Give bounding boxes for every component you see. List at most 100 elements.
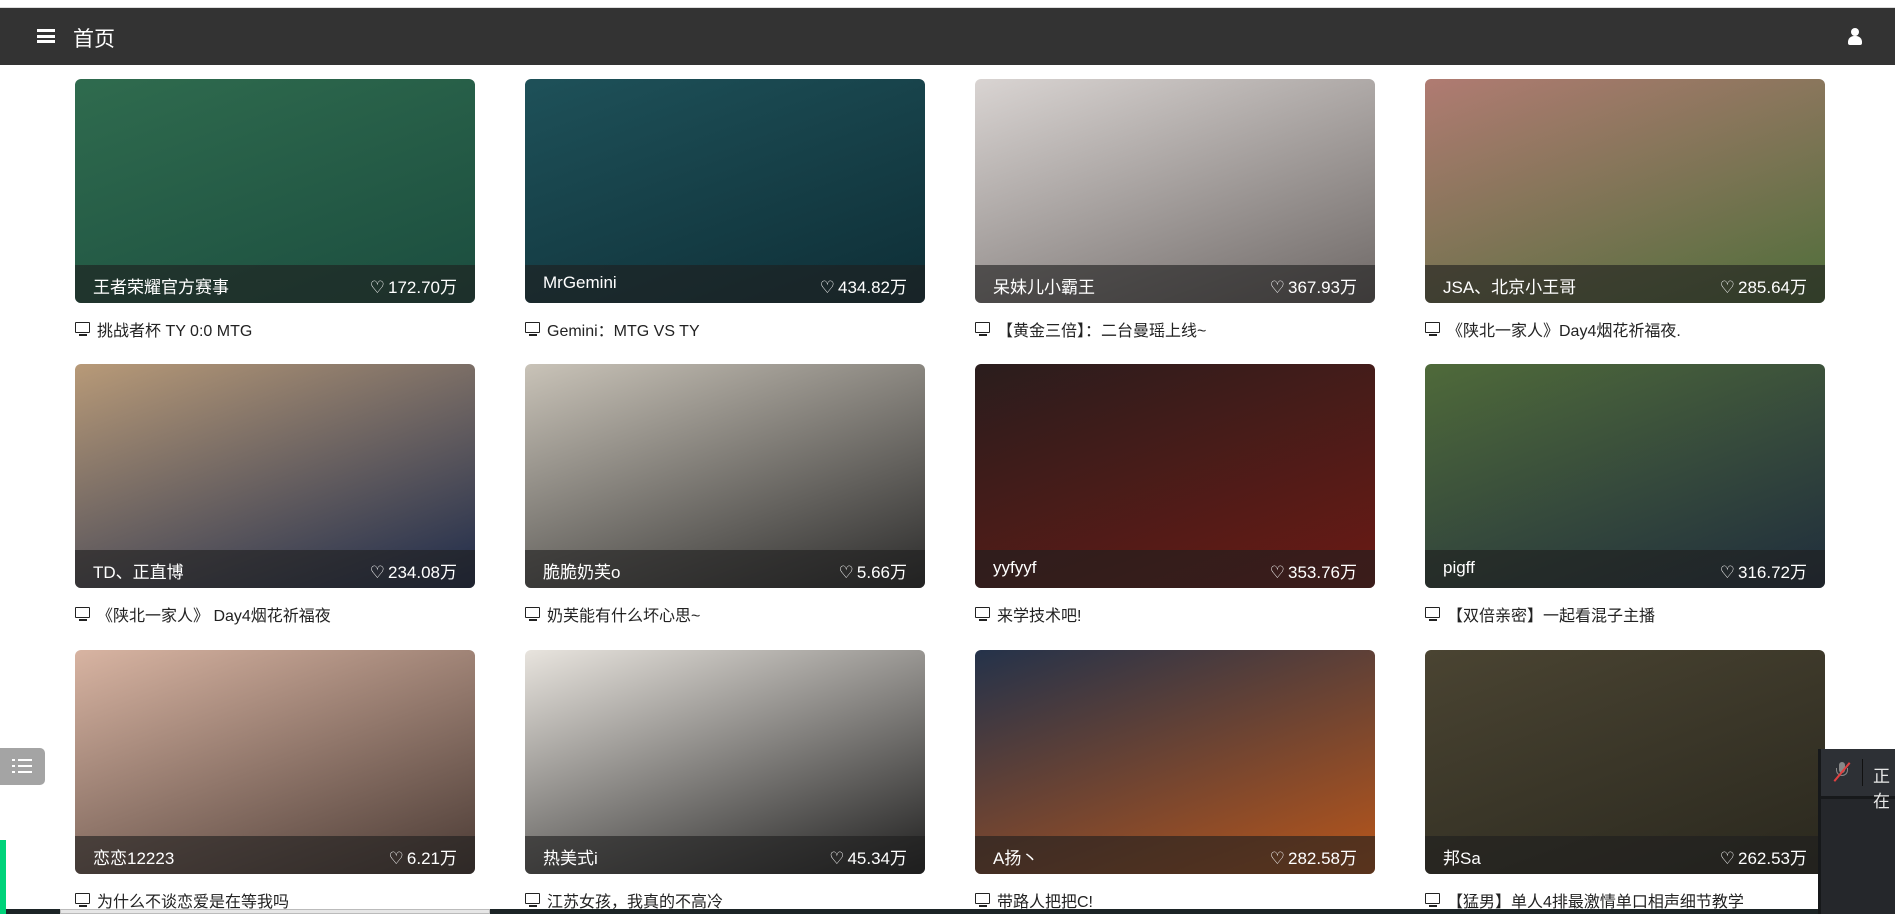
monitor-icon [525, 322, 541, 336]
monitor-icon [525, 607, 541, 621]
monitor-icon [75, 322, 91, 336]
monitor-icon [1425, 893, 1441, 907]
room-thumbnail[interactable]: TD、正直博 ♡ 234.08万 [75, 364, 475, 588]
popularity-count: ♡ 367.93万 [1270, 273, 1357, 298]
popularity-value: 5.66万 [856, 563, 907, 582]
horizontal-scrollbar[interactable] [60, 909, 490, 914]
live-room-card[interactable]: 王者荣耀官方赛事 ♡ 172.70万挑战者杯 TY 0:0 MTG [75, 79, 475, 341]
room-title-link[interactable]: 挑战者杯 TY 0:0 MTG [75, 317, 475, 341]
room-title-link[interactable]: 《陕北一家人》 Day4烟花祈福夜 [75, 602, 475, 626]
live-room-card[interactable]: TD、正直博 ♡ 234.08万《陕北一家人》 Day4烟花祈福夜 [75, 364, 475, 626]
room-title-link[interactable]: 《陕北一家人》Day4烟花祈福夜. [1425, 317, 1825, 341]
room-thumbnail[interactable]: JSA、北京小王哥 ♡ 285.64万 [1425, 79, 1825, 303]
room-title: 《陕北一家人》Day4烟花祈福夜. [1447, 323, 1681, 340]
monitor-icon [525, 893, 541, 907]
list-toggle-button[interactable] [0, 748, 45, 785]
room-thumbnail[interactable]: 脆脆奶芙o ♡ 5.66万 [525, 364, 925, 588]
heart-icon: ♡ [829, 849, 845, 868]
heart-icon: ♡ [819, 278, 835, 297]
monitor-icon [75, 607, 91, 621]
popularity-count: ♡ 172.70万 [370, 273, 457, 298]
anchor-name: 邦Sa [1443, 849, 1481, 868]
voice-status-text: 正在 [1873, 767, 1890, 811]
live-room-card[interactable]: 恋恋12223 ♡ 6.21万 为什么不谈恋爱是在等我吗 [75, 650, 475, 912]
popularity-count: ♡ 434.82万 [820, 273, 907, 298]
monitor-icon [975, 322, 991, 336]
live-room-card[interactable]: JSA、北京小王哥 ♡ 285.64万《陕北一家人》Day4烟花祈福夜. [1425, 79, 1825, 341]
popularity-count: ♡ 45.34万 [829, 844, 907, 869]
thumbnail-overlay: 王者荣耀官方赛事 ♡ 172.70万 [75, 265, 475, 303]
anchor-name: 脆脆奶芙o [543, 563, 621, 582]
popularity-count: ♡ 5.66万 [839, 558, 907, 583]
live-room-card[interactable]: yyfyyf ♡ 353.76万来学技术吧! [975, 364, 1375, 626]
heart-icon: ♡ [369, 563, 385, 582]
anchor-name: MrGemini [543, 273, 617, 292]
live-room-card[interactable]: 热美式i ♡ 45.34万 江苏女孩，我真的不高冷 [525, 650, 925, 912]
popularity-count: ♡ 262.53万 [1720, 844, 1807, 869]
room-title: 【黄金三倍】：二台曼瑶上线~ [997, 323, 1207, 340]
divider [1862, 759, 1863, 786]
room-thumbnail[interactable]: yyfyyf ♡ 353.76万 [975, 364, 1375, 588]
popularity-value: 434.82万 [838, 278, 907, 297]
room-title: 挑战者杯 TY 0:0 MTG [97, 323, 253, 340]
popularity-value: 6.21万 [406, 849, 457, 868]
monitor-icon [975, 607, 991, 621]
menu-icon[interactable] [37, 29, 55, 43]
room-thumbnail[interactable]: 热美式i ♡ 45.34万 [525, 650, 925, 874]
thumbnail-overlay: yyfyyf ♡ 353.76万 [975, 550, 1375, 588]
popularity-value: 172.70万 [388, 278, 457, 297]
heart-icon: ♡ [1269, 849, 1285, 868]
anchor-name: 王者荣耀官方赛事 [93, 278, 229, 297]
popularity-value: 353.76万 [1288, 563, 1357, 582]
popularity-count: ♡ 6.21万 [389, 844, 457, 869]
room-title-link[interactable]: 【黄金三倍】：二台曼瑶上线~ [975, 317, 1375, 341]
anchor-name: JSA、北京小王哥 [1443, 278, 1577, 297]
live-room-card[interactable]: 脆脆奶芙o ♡ 5.66万奶芙能有什么坏心思~ [525, 364, 925, 626]
room-thumbnail[interactable]: 邦Sa ♡ 262.53万 [1425, 650, 1825, 874]
monitor-icon [975, 893, 991, 907]
live-room-card[interactable]: 呆妹儿小霸王 ♡ 367.93万【黄金三倍】：二台曼瑶上线~ [975, 79, 1375, 341]
live-room-card[interactable]: 邦Sa ♡ 262.53万 【猛男】单人4排最激情单口相声细节教学 [1425, 650, 1825, 912]
heart-icon: ♡ [1719, 278, 1735, 297]
monitor-icon [1425, 322, 1441, 336]
popularity-value: 316.72万 [1738, 563, 1807, 582]
live-room-card[interactable]: pigff ♡ 316.72万【双倍亲密】一起看混子主播 [1425, 364, 1825, 626]
heart-icon: ♡ [1269, 278, 1285, 297]
heart-icon: ♡ [1719, 563, 1735, 582]
room-thumbnail[interactable]: 恋恋12223 ♡ 6.21万 [75, 650, 475, 874]
room-title-link[interactable]: 【双倍亲密】一起看混子主播 [1425, 602, 1825, 626]
thumbnail-overlay: 邦Sa ♡ 262.53万 [1425, 836, 1825, 874]
room-title: 【双倍亲密】一起看混子主播 [1447, 608, 1656, 625]
room-title-link[interactable]: 来学技术吧! [975, 602, 1375, 626]
thumbnail-overlay: A扬丶 ♡ 282.58万 [975, 836, 1375, 874]
anchor-name: TD、正直博 [93, 563, 184, 582]
popularity-value: 234.08万 [388, 563, 457, 582]
thumbnail-overlay: 呆妹儿小霸王 ♡ 367.93万 [975, 265, 1375, 303]
room-title-link[interactable]: Gemini：MTG VS TY [525, 317, 925, 341]
room-title: Gemini：MTG VS TY [547, 323, 700, 340]
room-thumbnail[interactable]: A扬丶 ♡ 282.58万 [975, 650, 1375, 874]
thumbnail-overlay: JSA、北京小王哥 ♡ 285.64万 [1425, 265, 1825, 303]
room-thumbnail[interactable]: 王者荣耀官方赛事 ♡ 172.70万 [75, 79, 475, 303]
thumbnail-overlay: 恋恋12223 ♡ 6.21万 [75, 836, 475, 874]
top-nav-bar: 首页 [0, 8, 1895, 65]
green-side-indicator [0, 840, 6, 914]
mic-muted-icon[interactable] [1833, 762, 1851, 782]
popularity-count: ♡ 316.72万 [1720, 558, 1807, 583]
room-thumbnail[interactable]: 呆妹儿小霸王 ♡ 367.93万 [975, 79, 1375, 303]
live-room-card[interactable]: MrGemini ♡ 434.82万 Gemini：MTG VS TY [525, 79, 925, 341]
voice-panel-header: 正在 [1821, 749, 1895, 811]
popularity-value: 285.64万 [1738, 278, 1807, 297]
popularity-value: 262.53万 [1738, 849, 1807, 868]
thumbnail-overlay: pigff ♡ 316.72万 [1425, 550, 1825, 588]
room-title-link[interactable]: 奶芙能有什么坏心思~ [525, 602, 925, 626]
anchor-name: pigff [1443, 558, 1475, 577]
room-thumbnail[interactable]: MrGemini ♡ 434.82万 [525, 79, 925, 303]
room-thumbnail[interactable]: pigff ♡ 316.72万 [1425, 364, 1825, 588]
live-room-card[interactable]: A扬丶 ♡ 282.58万 带路人把把C! [975, 650, 1375, 912]
monitor-icon [1425, 607, 1441, 621]
voice-panel: 正在 [1818, 749, 1895, 914]
heart-icon: ♡ [838, 563, 854, 582]
anchor-name: 热美式i [543, 849, 598, 868]
user-icon[interactable] [1847, 28, 1863, 46]
